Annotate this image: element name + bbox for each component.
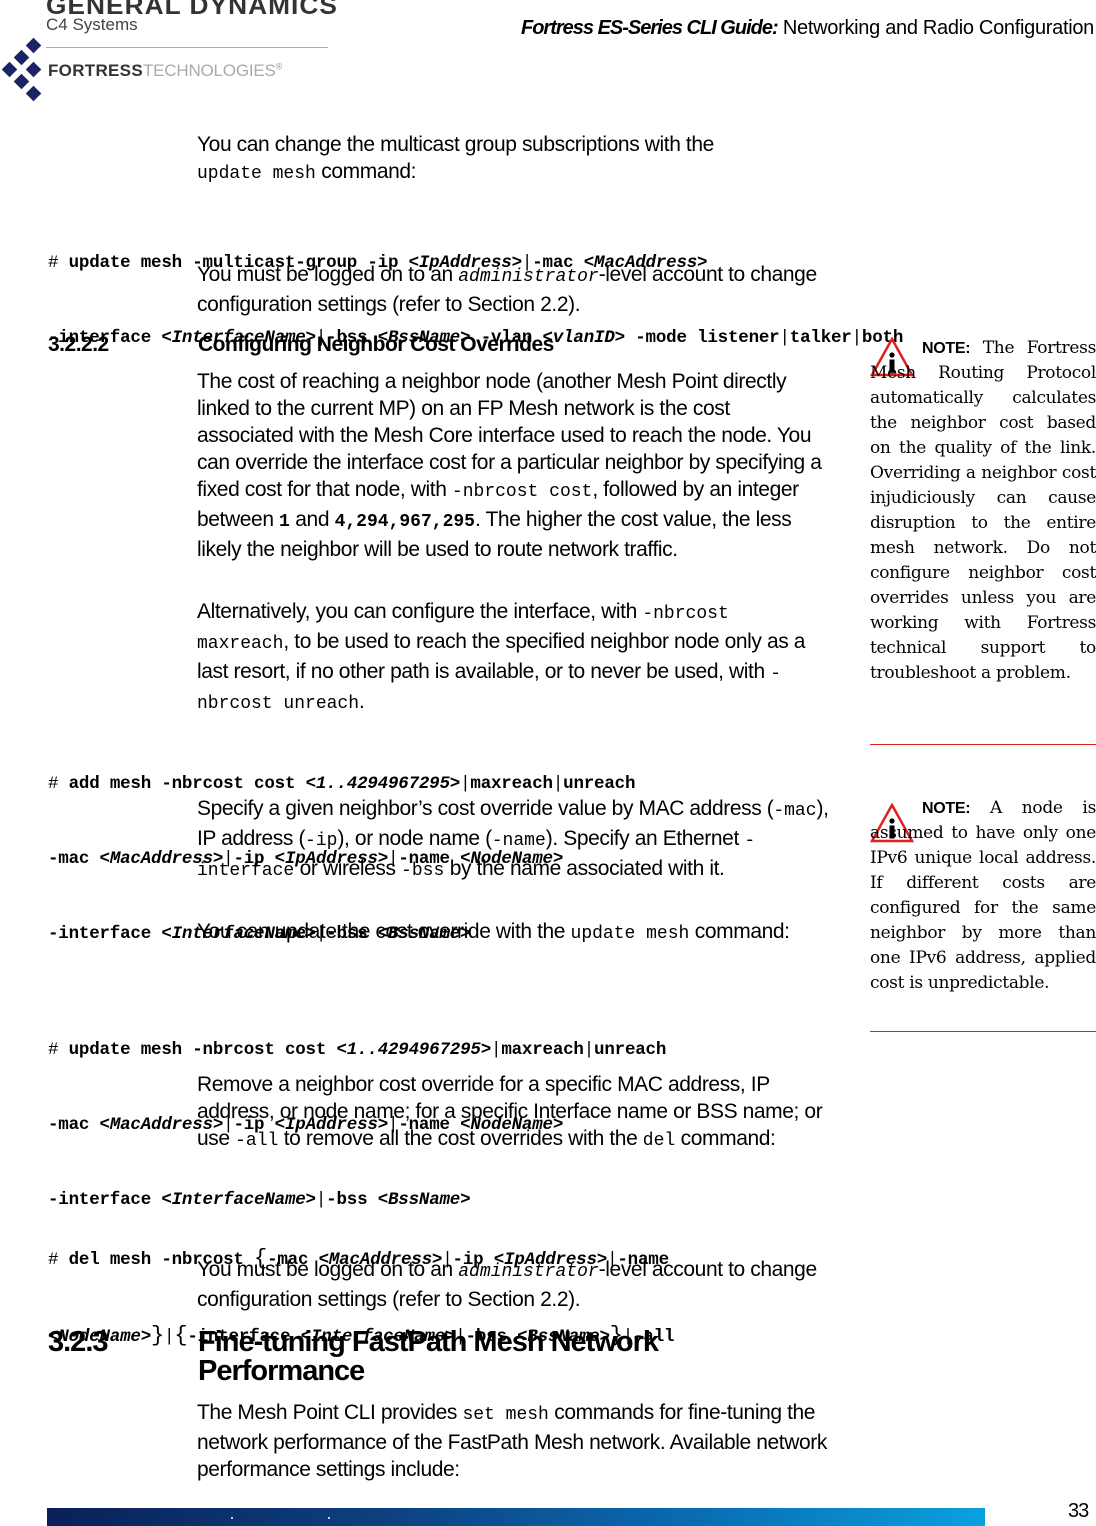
footer-bar-dot (328, 1517, 330, 1519)
section-number: 3.2.2.2 (48, 333, 109, 356)
section-heading-3-2-3: 3.2.3 Fine-tuning FastPath Mesh Network … (48, 1326, 659, 1386)
logo-fortress-technologies: FORTRESSTECHNOLOGIES® (48, 61, 282, 81)
logo-registered-mark: ® (275, 61, 283, 72)
note-text: NOTE: A node is assumed to have only one… (870, 798, 1096, 993)
cost-paragraph: The cost of reaching a neighbor node (an… (197, 370, 822, 561)
admin-requirement-paragraph-2: You must be logged on to an administrato… (197, 1258, 817, 1311)
logo-general-dynamics: GENERAL DYNAMICS C4 Systems (46, 0, 337, 35)
code-line: # update mesh -nbrcost cost <1..42949672… (48, 1040, 667, 1060)
section-number: 3.2.3 (48, 1326, 108, 1358)
remove-paragraph: Remove a neighbor cost override for a sp… (197, 1073, 823, 1151)
finetune-paragraph: The Mesh Point CLI provides set mesh com… (197, 1401, 827, 1481)
note-text: NOTE: The Fortress Mesh Routing Protocol… (870, 338, 1096, 683)
intro-text-tail: command: (315, 160, 417, 183)
guide-title: Fortress ES-Series CLI Guide: Networking… (521, 17, 1094, 40)
section-heading-3-2-2-2: 3.2.2.2 Configuring Neighbor Cost Overri… (48, 333, 554, 357)
section-title: Configuring Neighbor Cost Overrides (198, 333, 554, 356)
guide-title-name: Fortress ES-Series CLI Guide: (521, 17, 779, 39)
footer-bar-dot (231, 1517, 233, 1519)
code-line: # add mesh -nbrcost cost <1..4294967295>… (48, 774, 636, 794)
admin-requirement-paragraph: You must be logged on to an administrato… (197, 263, 817, 316)
logo-fortress-light: TECHNOLOGIES (142, 61, 276, 80)
section-title: Fine-tuning FastPath Mesh Network Perfor… (198, 1326, 659, 1387)
footer-gradient-bar (47, 1508, 985, 1526)
update-paragraph: You can update the cost override with th… (197, 920, 790, 944)
note-divider (870, 744, 1096, 745)
fortress-diamond-logo-icon (1, 38, 42, 102)
page-number: 33 (1068, 1500, 1089, 1522)
guide-title-chapter: Networking and Radio Configuration (777, 17, 1094, 39)
intro-text: You can change the multicast group subsc… (197, 133, 714, 156)
logo-divider (46, 47, 328, 48)
alternative-paragraph: Alternatively, you can configure the int… (197, 600, 806, 714)
intro-code: update mesh (197, 164, 316, 184)
logo-gd-wordmark: GENERAL DYNAMICS (46, 0, 338, 20)
specify-paragraph: Specify a given neighbor’s cost override… (197, 797, 829, 881)
intro-paragraph: You can change the multicast group subsc… (197, 131, 837, 188)
note-divider (870, 1031, 1096, 1032)
logo-fortress-bold: FORTRESS (48, 61, 143, 80)
